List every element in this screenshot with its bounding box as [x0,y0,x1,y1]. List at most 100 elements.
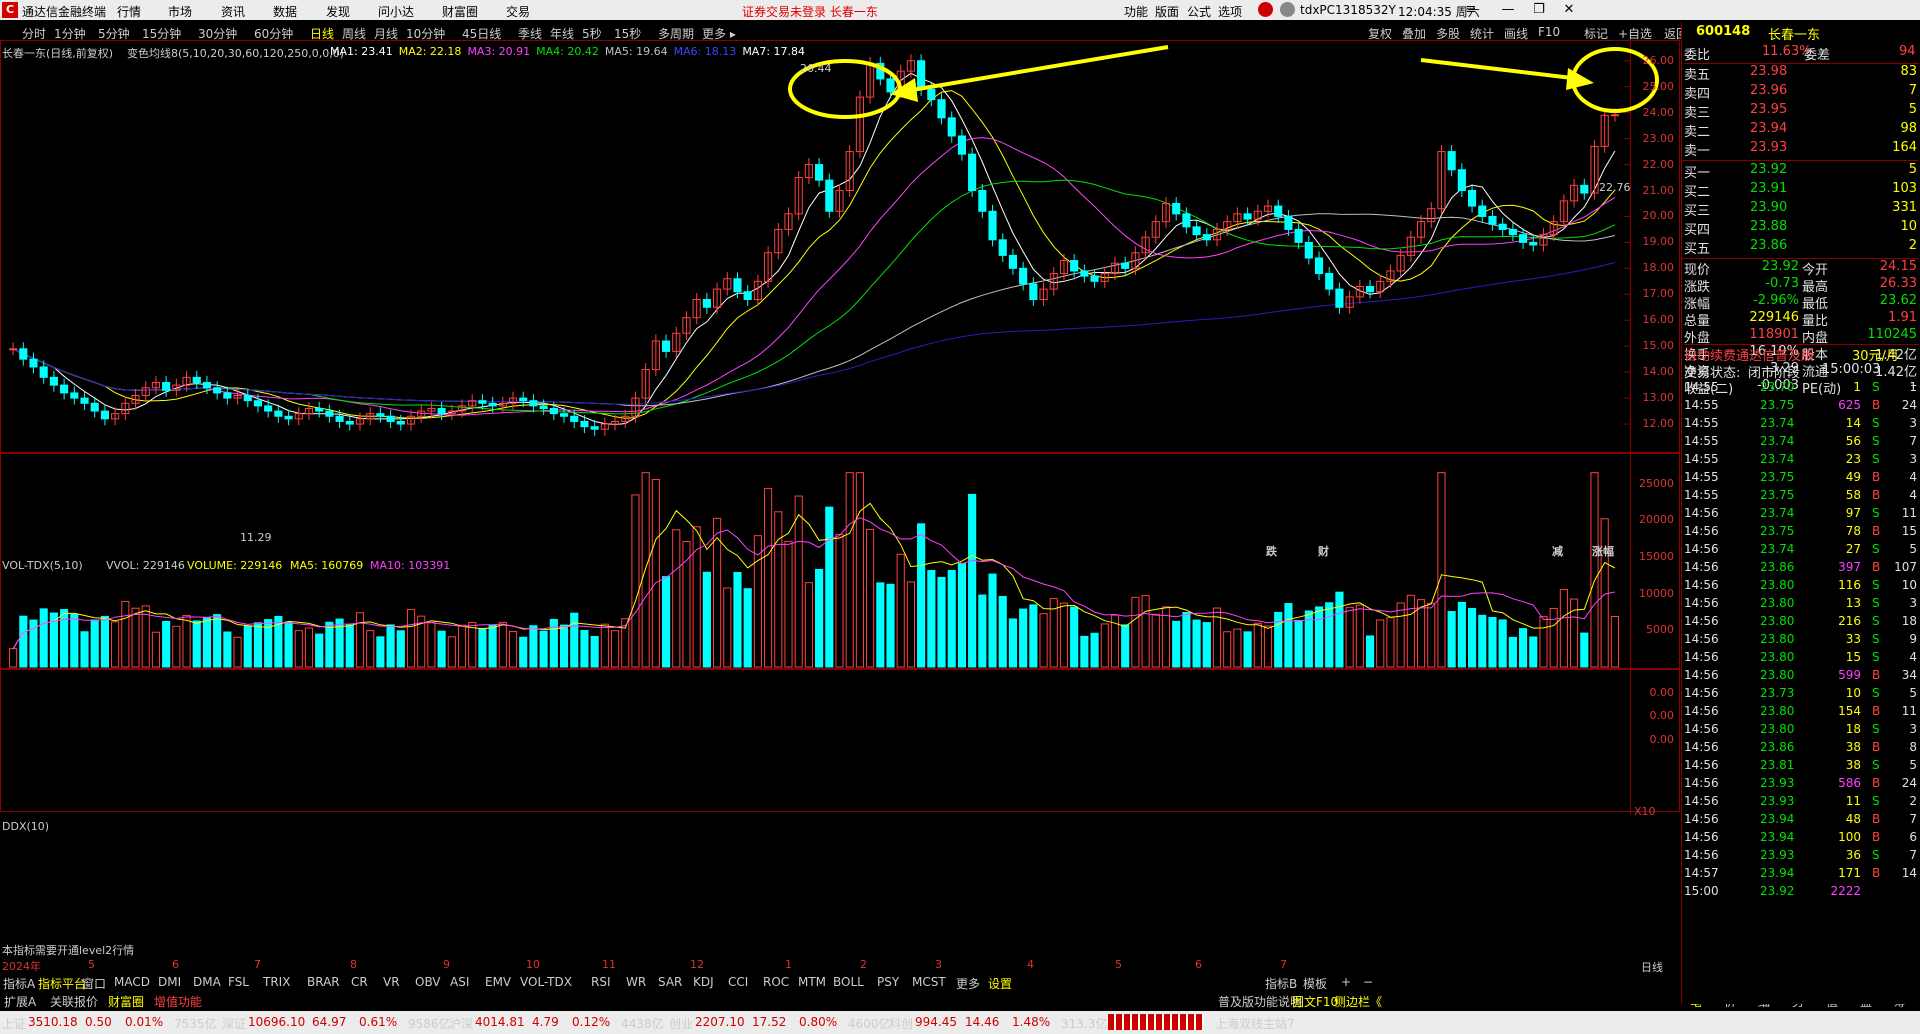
ask-row[interactable]: 卖二 23.94 98 [1684,121,1919,140]
tick-row: 14:56 23.80 33 S 9 [1684,632,1919,650]
indicator-13[interactable]: EMV [485,975,511,989]
x-label-3: 7 [254,958,261,971]
indicator-7[interactable]: TRIX [263,975,290,989]
tick-row: 14:56 23.86 38 B 8 [1684,740,1919,758]
ad-row[interactable]: 自动续费通达信普及版 30元/月 [1684,344,1919,364]
tick-price: 23.80 [1760,650,1795,664]
menu-hangqing[interactable]: 行情 [117,3,141,20]
indicator-24[interactable]: MCST [912,975,946,989]
tool-5[interactable]: F10 [1538,25,1560,39]
indicator-right-0[interactable]: 指标B [1265,975,1297,992]
minimize-icon[interactable]: — [1497,1,1519,19]
y-tick-7: 19.00 [1642,235,1675,249]
bid-row[interactable]: 买三 23.90 331 [1684,200,1919,219]
indicator-2[interactable]: 窗口 [82,975,106,992]
ask-row[interactable]: 卖五 23.98 83 [1684,64,1919,83]
indicator-8[interactable]: BRAR [307,975,340,989]
event-tag-zhangfu[interactable]: 涨幅 [1592,543,1614,559]
server-name[interactable]: 上海双线主站7 [1215,1015,1295,1032]
indicator-4[interactable]: DMI [158,975,181,989]
bid-row[interactable]: 买五 23.86 2 [1684,238,1919,257]
volume-bar [1274,611,1283,668]
indicator-25[interactable]: 更多 [956,975,980,992]
bid-row[interactable]: 买一 23.92 5 [1684,162,1919,181]
subbar-f10[interactable]: 图文F10 [1292,993,1338,1010]
subbar-3[interactable]: 增值功能 [154,993,202,1010]
annotation-arrow-right[interactable] [1420,58,1573,80]
tick-count: 11 [1901,506,1917,520]
indicator-18[interactable]: KDJ [693,975,714,989]
main-legend-indicator[interactable]: 变色均线8(5,10,20,30,60,120,250,0,0,0) [127,45,344,61]
indicator-16[interactable]: WR [626,975,646,989]
close-icon[interactable]: ✕ [1558,1,1580,19]
ma-label-5: MA5: 19.64 [604,45,668,58]
menu-banmian[interactable]: 版面 [1155,3,1179,20]
indicator-26[interactable]: 设置 [988,975,1012,992]
menu-jiaoyi[interactable]: 交易 [506,3,530,20]
indicator-21[interactable]: MTM [798,975,826,989]
index-name[interactable]: 科创 [889,1015,913,1032]
indicator-19[interactable]: CCI [728,975,748,989]
indicator-12[interactable]: ASI [450,975,469,989]
subbar-1[interactable]: 关联报价 [50,993,98,1010]
menu-shichang[interactable]: 市场 [168,3,192,20]
index-name[interactable]: 沪深 [449,1015,473,1032]
index-name[interactable]: 上证 [2,1015,26,1032]
menu-icon[interactable]: ≡ [1460,1,1482,19]
indicator-1[interactable]: 指标平台 [38,975,86,992]
maximize-icon[interactable]: ❐ [1528,1,1550,19]
indicator-right-2[interactable]: + [1341,975,1351,989]
subbar-0[interactable]: 扩展A [4,993,36,1010]
indicator-10[interactable]: VR [383,975,400,989]
annotation-arrow-left[interactable] [911,45,1169,92]
chart-canvas[interactable] [0,40,1680,974]
menu-faxian[interactable]: 发现 [326,3,350,20]
tick-count: 7 [1909,812,1917,826]
indicator-17[interactable]: SAR [658,975,682,989]
indicator-20[interactable]: ROC [763,975,789,989]
vol-legend-title[interactable]: VOL-TDX(5,10) [2,559,83,572]
tick-row: 14:56 23.74 97 S 11 [1684,506,1919,524]
user-avatar-icon[interactable] [1280,2,1295,17]
subbar-help[interactable]: 普及版功能说明 [1218,993,1302,1010]
menu-caifuquan[interactable]: 财富圈 [442,3,478,20]
event-tag-cai[interactable]: 财 [1318,543,1329,559]
y-tick-0: 26.00 [1642,53,1675,67]
message-icon[interactable] [1258,2,1273,17]
menu-xuanxiang[interactable]: 选项 [1218,3,1242,20]
login-notice[interactable]: 证券交易未登录 长春一东 [742,3,878,20]
indicator-right-3[interactable]: − [1363,975,1373,989]
indicator-22[interactable]: BOLL [833,975,864,989]
menu-shuju[interactable]: 数据 [273,3,297,20]
indicator-0[interactable]: 指标A [3,975,35,992]
indicator-5[interactable]: DMA [193,975,221,989]
menu-wenxiaoda[interactable]: 问小达 [378,3,414,20]
ask-row[interactable]: 卖三 23.95 5 [1684,102,1919,121]
indicator-9[interactable]: CR [351,975,368,989]
subbar-sidebar[interactable]: 侧边栏《 [1334,993,1382,1010]
index-name[interactable]: 创业 [669,1015,693,1032]
tick-bs: S [1872,452,1880,466]
index-name[interactable]: 深证 [222,1015,246,1032]
indicator-15[interactable]: RSI [591,975,611,989]
tick-price: 23.74 [1760,542,1795,556]
indicator-23[interactable]: PSY [877,975,899,989]
bid-label: 买一 [1684,166,1711,181]
menu-gongshi[interactable]: 公式 [1187,3,1211,20]
bid-row[interactable]: 买二 23.91 103 [1684,181,1919,200]
indicator-right-1[interactable]: 模板 [1303,975,1327,992]
menu-gongneng[interactable]: 功能 [1124,3,1148,20]
tick-count: 7 [1909,848,1917,862]
event-tag-die[interactable]: 跌 [1266,543,1277,559]
indicator-11[interactable]: OBV [415,975,441,989]
ddx-legend[interactable]: DDX(10) [2,820,49,833]
bid-row[interactable]: 买四 23.88 10 [1684,219,1919,238]
event-tag-jian[interactable]: 减 [1552,543,1563,559]
ask-row[interactable]: 卖一 23.93 164 [1684,140,1919,159]
indicator-14[interactable]: VOL-TDX [520,975,572,989]
menu-zixun[interactable]: 资讯 [221,3,245,20]
ask-row[interactable]: 卖四 23.96 7 [1684,83,1919,102]
subbar-2[interactable]: 财富圈 [108,993,144,1010]
indicator-6[interactable]: FSL [228,975,249,989]
indicator-3[interactable]: MACD [114,975,150,989]
